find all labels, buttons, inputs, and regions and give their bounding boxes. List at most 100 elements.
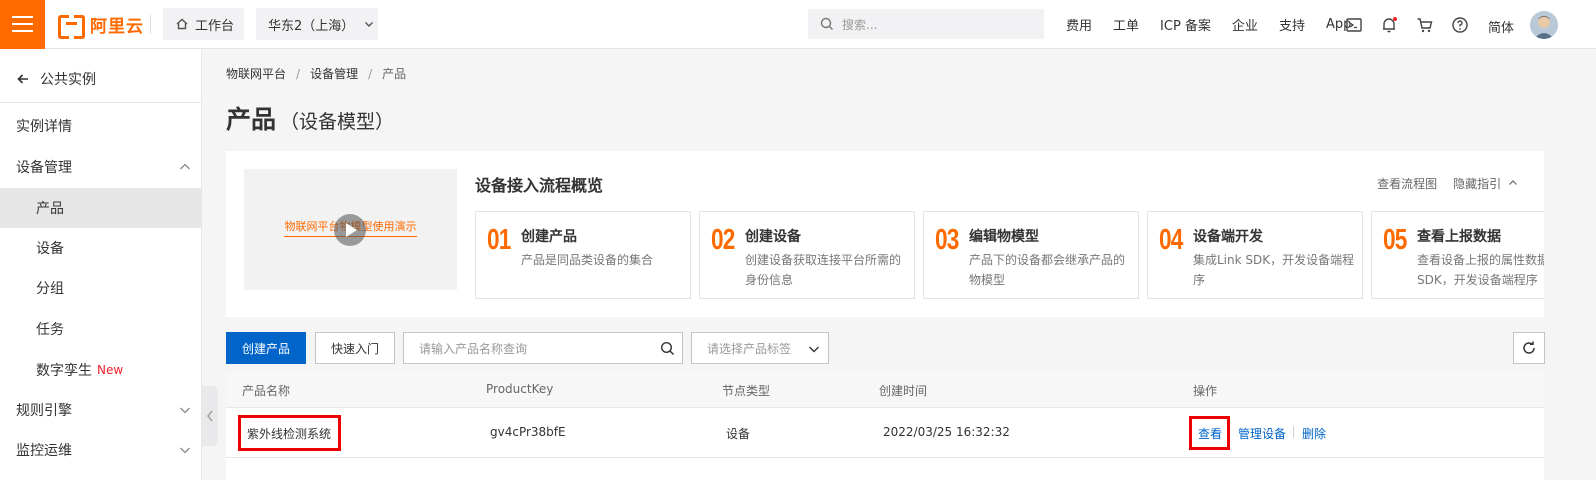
refresh-icon bbox=[1523, 341, 1535, 354]
nav-link-enterprise[interactable]: 企业 bbox=[1232, 15, 1258, 34]
language-switch[interactable]: 简体 bbox=[1488, 17, 1514, 36]
sidebar-item-monitoring[interactable]: 监控运维 bbox=[0, 430, 202, 470]
arrow-left-icon bbox=[17, 74, 28, 84]
workbench-button[interactable]: 工作台 bbox=[163, 8, 244, 40]
chevron-up-icon bbox=[1509, 180, 1517, 185]
column-header-name: 产品名称 bbox=[242, 384, 291, 398]
product-search-input[interactable]: 请输入产品名称查询 bbox=[403, 332, 683, 364]
delete-product-link[interactable]: 删除 bbox=[1302, 425, 1326, 442]
back-to-instances-link[interactable]: 公共实例 bbox=[16, 69, 96, 89]
aliyun-logo[interactable]: 阿里云 bbox=[58, 13, 144, 39]
product-search-placeholder: 请输入产品名称查询 bbox=[419, 341, 528, 356]
demo-video-thumbnail[interactable]: 物联网平台物模型使用演示 bbox=[244, 169, 457, 290]
sidebar-item-label: 分组 bbox=[36, 281, 64, 297]
guide-step-create-device[interactable]: 02 创建设备 创建设备获取连接平台所需的身份信息 bbox=[699, 211, 915, 299]
sidebar-item-label: 规则引擎 bbox=[16, 403, 72, 419]
sidebar-item-label: 实例详情 bbox=[16, 119, 72, 135]
terminal-icon[interactable] bbox=[1345, 16, 1363, 34]
guide-step-device-development[interactable]: 04 设备端开发 集成Link SDK，开发设备端程序 bbox=[1147, 211, 1363, 299]
shopping-cart-icon[interactable] bbox=[1416, 16, 1434, 34]
new-badge: New bbox=[97, 363, 124, 377]
page-title-sub: （设备模型） bbox=[280, 111, 395, 133]
chevron-down-icon bbox=[180, 407, 190, 414]
product-name-cell[interactable]: 紫外线检测系统 bbox=[247, 425, 331, 442]
region-label: 华东2（上海） bbox=[268, 18, 355, 34]
sidebar-item-device-management[interactable]: 设备管理 bbox=[0, 147, 202, 187]
sidebar: 公共实例 实例详情 设备管理 产品 设备 分组 任务 数字孪生 New 规则引擎… bbox=[0, 49, 202, 480]
step-description: 产品是同品类设备的集合 bbox=[521, 253, 654, 267]
sidebar-item-label: 监控运维 bbox=[16, 443, 72, 459]
notification-bell-icon[interactable] bbox=[1380, 16, 1398, 34]
chevron-down-icon bbox=[365, 22, 374, 27]
divider bbox=[150, 15, 151, 34]
table-row: 紫外线检测系统 gv4cPr38bfE 设备 2022/03/25 16:32:… bbox=[226, 408, 1544, 458]
product-tag-select[interactable]: 请选择产品标签 bbox=[691, 332, 829, 364]
sidebar-item-label: 设备 bbox=[36, 241, 64, 257]
sidebar-divider bbox=[0, 102, 202, 103]
sidebar-item-label: 任务 bbox=[36, 322, 64, 338]
step-title: 创建产品 bbox=[521, 229, 577, 245]
help-icon[interactable] bbox=[1451, 16, 1469, 34]
breadcrumb-current: 产品 bbox=[382, 67, 407, 81]
home-icon bbox=[176, 18, 188, 30]
breadcrumb-iot-platform[interactable]: 物联网平台 bbox=[226, 65, 286, 82]
global-search-input[interactable]: 搜索... bbox=[808, 9, 1044, 39]
quick-start-button[interactable]: 快速入门 bbox=[315, 332, 395, 364]
page-title-main: 产品 bbox=[226, 105, 277, 134]
play-icon[interactable] bbox=[334, 214, 366, 246]
action-separator bbox=[1293, 426, 1294, 438]
hamburger-menu-button[interactable] bbox=[0, 0, 45, 49]
products-table: 产品名称 ProductKey 节点类型 创建时间 操作 紫外线检测系统 gv4… bbox=[226, 372, 1544, 480]
step-number: 01 bbox=[487, 224, 511, 256]
nav-link-billing[interactable]: 费用 bbox=[1066, 15, 1092, 34]
brand-name: 阿里云 bbox=[90, 16, 144, 37]
guide-title: 设备接入流程概览 bbox=[475, 176, 604, 195]
sidebar-item-rules-engine[interactable]: 规则引擎 bbox=[0, 390, 202, 430]
search-icon[interactable] bbox=[660, 341, 675, 356]
view-flowchart-link[interactable]: 查看流程图 bbox=[1377, 175, 1437, 192]
nav-link-support[interactable]: 支持 bbox=[1279, 15, 1305, 34]
step-number: 05 bbox=[1383, 224, 1407, 256]
nav-link-tickets[interactable]: 工单 bbox=[1113, 15, 1139, 34]
hide-guide-link[interactable]: 隐藏指引 bbox=[1453, 175, 1518, 192]
sidebar-item-groups[interactable]: 分组 bbox=[0, 268, 202, 308]
workbench-label: 工作台 bbox=[195, 18, 235, 34]
global-search-placeholder: 搜索... bbox=[842, 17, 878, 32]
region-selector[interactable]: 华东2（上海） bbox=[256, 8, 378, 40]
column-header-product-key: ProductKey bbox=[486, 382, 554, 396]
node-type-cell: 设备 bbox=[726, 427, 751, 441]
sidebar-item-products[interactable]: 产品 bbox=[0, 188, 202, 228]
sidebar-item-label: 设备管理 bbox=[16, 160, 72, 176]
breadcrumb-separator: / bbox=[368, 66, 373, 81]
view-product-link[interactable]: 查看 bbox=[1198, 425, 1222, 442]
column-header-actions: 操作 bbox=[1193, 384, 1218, 398]
nav-link-icp[interactable]: ICP 备案 bbox=[1160, 15, 1211, 34]
guide-step-view-reported-data[interactable]: 05 查看上报数据 查看设备上报的属性数据SDK，开发设备端程序 bbox=[1371, 211, 1544, 299]
refresh-button[interactable] bbox=[1513, 332, 1545, 364]
sidebar-item-label: 产品 bbox=[36, 201, 64, 217]
column-header-created-time: 创建时间 bbox=[879, 384, 928, 398]
guide-step-create-product[interactable]: 01 创建产品 产品是同品类设备的集合 bbox=[475, 211, 691, 299]
sidebar-item-instance-details[interactable]: 实例详情 bbox=[0, 106, 202, 146]
chevron-up-icon bbox=[180, 163, 190, 170]
create-product-button[interactable]: 创建产品 bbox=[226, 332, 306, 364]
sidebar-item-label: 数字孪生 bbox=[36, 363, 92, 379]
step-description: 产品下的设备都会继承产品的物模型 bbox=[969, 253, 1126, 287]
product-tag-placeholder: 请选择产品标签 bbox=[707, 341, 792, 356]
sidebar-collapse-toggle[interactable] bbox=[202, 386, 218, 446]
step-title: 创建设备 bbox=[745, 229, 801, 245]
step-description: 创建设备获取连接平台所需的身份信息 bbox=[745, 253, 902, 287]
step-title: 设备端开发 bbox=[1193, 229, 1263, 245]
table-header: 产品名称 ProductKey 节点类型 创建时间 操作 bbox=[226, 372, 1544, 408]
sidebar-item-devices[interactable]: 设备 bbox=[0, 228, 202, 268]
sidebar-item-digital-twin[interactable]: 数字孪生 New bbox=[0, 350, 202, 390]
user-avatar[interactable] bbox=[1530, 11, 1558, 39]
breadcrumb-device-management[interactable]: 设备管理 bbox=[310, 65, 358, 82]
sidebar-item-tasks[interactable]: 任务 bbox=[0, 309, 202, 349]
step-description: 集成Link SDK，开发设备端程序 bbox=[1193, 253, 1355, 287]
column-header-node-type: 节点类型 bbox=[722, 384, 771, 398]
guide-step-edit-thing-model[interactable]: 03 编辑物模型 产品下的设备都会继承产品的物模型 bbox=[923, 211, 1139, 299]
manage-devices-link[interactable]: 管理设备 bbox=[1238, 425, 1286, 442]
chevron-left-icon bbox=[207, 410, 213, 422]
top-navigation-bar: 阿里云 工作台 华东2（上海） 搜索... 费用 工单 ICP 备案 企业 支持… bbox=[0, 0, 1596, 49]
